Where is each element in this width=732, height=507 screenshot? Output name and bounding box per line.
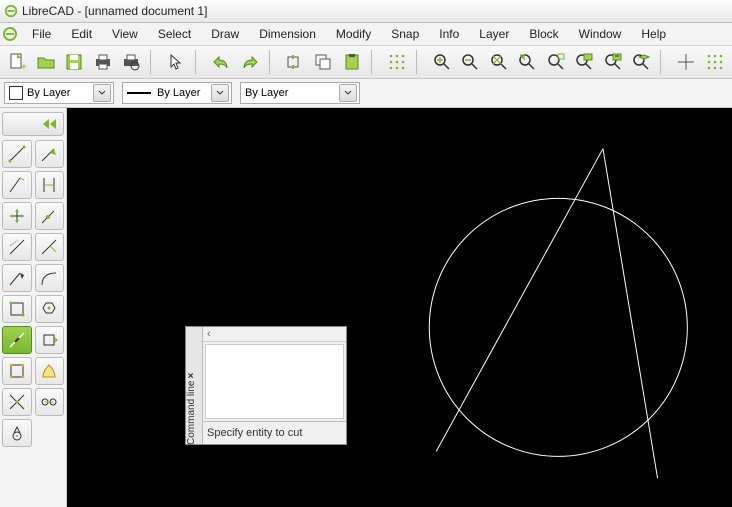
menu-layer[interactable]: Layer	[469, 25, 519, 43]
tool-trim[interactable]	[2, 295, 32, 323]
toolbar-separator	[416, 50, 423, 74]
zoom-pan-button[interactable]	[571, 48, 597, 76]
print-button[interactable]	[89, 48, 115, 76]
tool-line-horiz[interactable]	[2, 171, 32, 199]
command-line-handle[interactable]: Command line×	[186, 327, 203, 444]
chevron-down-icon	[339, 84, 357, 102]
tool-line-angle[interactable]	[35, 140, 65, 168]
tool-line-vert[interactable]	[35, 171, 65, 199]
command-history	[205, 344, 344, 419]
tool-extend[interactable]	[35, 295, 65, 323]
toolbar-separator	[371, 50, 378, 74]
new-button[interactable]: +	[4, 48, 30, 76]
toolbar-separator	[269, 50, 276, 74]
cad-drawing	[67, 108, 732, 507]
menu-file[interactable]: File	[22, 25, 61, 43]
tool-divide[interactable]	[2, 326, 32, 354]
zoom-auto-button[interactable]	[486, 48, 512, 76]
menu-modify[interactable]: Modify	[326, 25, 381, 43]
cursor-button[interactable]	[163, 48, 189, 76]
chevron-down-icon	[211, 84, 229, 102]
close-icon[interactable]: ×	[186, 373, 197, 379]
linewidth-dropdown-label: By Layer	[157, 87, 200, 99]
command-line-title: Command line×	[186, 429, 197, 445]
color-dropdown[interactable]: By Layer	[4, 82, 114, 104]
toolbar-separator	[660, 50, 667, 74]
grid-button[interactable]	[384, 48, 410, 76]
main-toolbar: +	[0, 46, 732, 79]
copy-button[interactable]	[310, 48, 336, 76]
linewidth-dropdown[interactable]: By Layer	[122, 82, 232, 104]
tool-line-perp[interactable]	[35, 233, 65, 261]
menu-view[interactable]: View	[102, 25, 148, 43]
save-button[interactable]	[61, 48, 87, 76]
command-scroll-left-icon[interactable]: ‹	[203, 327, 346, 342]
tool-arc[interactable]	[2, 264, 32, 292]
workspace: Command line× ‹ Specify entity to cut	[0, 108, 732, 507]
zoom-redraw-button[interactable]	[599, 48, 625, 76]
linetype-dropdown-label: By Layer	[245, 87, 288, 99]
menu-draw[interactable]: Draw	[201, 25, 249, 43]
paste-button[interactable]	[338, 48, 364, 76]
drawing-canvas[interactable]: Command line× ‹ Specify entity to cut	[67, 108, 732, 507]
zoom-window-button[interactable]	[542, 48, 568, 76]
menu-select[interactable]: Select	[148, 25, 201, 43]
tool-arc-3pt[interactable]	[35, 264, 65, 292]
zoom-layer-button[interactable]	[628, 48, 654, 76]
cut-button[interactable]	[282, 48, 308, 76]
chevron-down-icon	[93, 84, 111, 102]
svg-text:+: +	[21, 62, 27, 72]
window-title: LibreCAD - [unnamed document 1]	[22, 4, 207, 18]
tool-palette	[0, 108, 67, 507]
tool-polygon[interactable]	[2, 357, 32, 385]
print-preview-button[interactable]	[118, 48, 144, 76]
menu-edit[interactable]: Edit	[61, 25, 102, 43]
tool-move-4way[interactable]	[2, 202, 32, 230]
line-sample-icon	[127, 92, 151, 94]
color-dropdown-label: By Layer	[27, 87, 70, 99]
tool-block[interactable]	[35, 388, 65, 416]
linetype-dropdown[interactable]: By Layer	[240, 82, 360, 104]
layer-property-bar: By Layer By Layer By Layer	[0, 79, 732, 108]
undo-button[interactable]	[208, 48, 234, 76]
tool-hatch[interactable]	[35, 357, 65, 385]
crosshair-button[interactable]	[673, 48, 699, 76]
redo-button[interactable]	[236, 48, 262, 76]
color-swatch-icon	[9, 86, 23, 100]
menu-help[interactable]: Help	[631, 25, 676, 43]
zoom-prev-button[interactable]	[514, 48, 540, 76]
app-menu-icon	[2, 26, 18, 42]
zoom-in-button[interactable]	[429, 48, 455, 76]
grid-toggle-button[interactable]	[701, 48, 727, 76]
menu-snap[interactable]: Snap	[381, 25, 429, 43]
menu-block[interactable]: Block	[519, 25, 568, 43]
command-line-panel[interactable]: Command line× ‹ Specify entity to cut	[185, 326, 347, 445]
palette-back-button[interactable]	[2, 112, 64, 136]
toolbar-separator	[150, 50, 157, 74]
menubar: File Edit View Select Draw Dimension Mod…	[0, 23, 732, 46]
tool-line-rect[interactable]	[35, 202, 65, 230]
app-icon	[4, 4, 18, 18]
menu-window[interactable]: Window	[569, 25, 632, 43]
command-prompt: Specify entity to cut	[203, 421, 346, 444]
toolbar-separator	[195, 50, 202, 74]
tool-offset[interactable]	[35, 326, 65, 354]
tool-line-2pt[interactable]	[2, 140, 32, 168]
tool-line-parallel[interactable]	[2, 233, 32, 261]
zoom-out-button[interactable]	[457, 48, 483, 76]
menu-dimension[interactable]: Dimension	[249, 25, 326, 43]
menu-info[interactable]: Info	[429, 25, 469, 43]
tool-measure[interactable]	[2, 419, 32, 447]
open-button[interactable]	[32, 48, 58, 76]
tool-explode[interactable]	[2, 388, 32, 416]
titlebar: LibreCAD - [unnamed document 1]	[0, 0, 732, 23]
